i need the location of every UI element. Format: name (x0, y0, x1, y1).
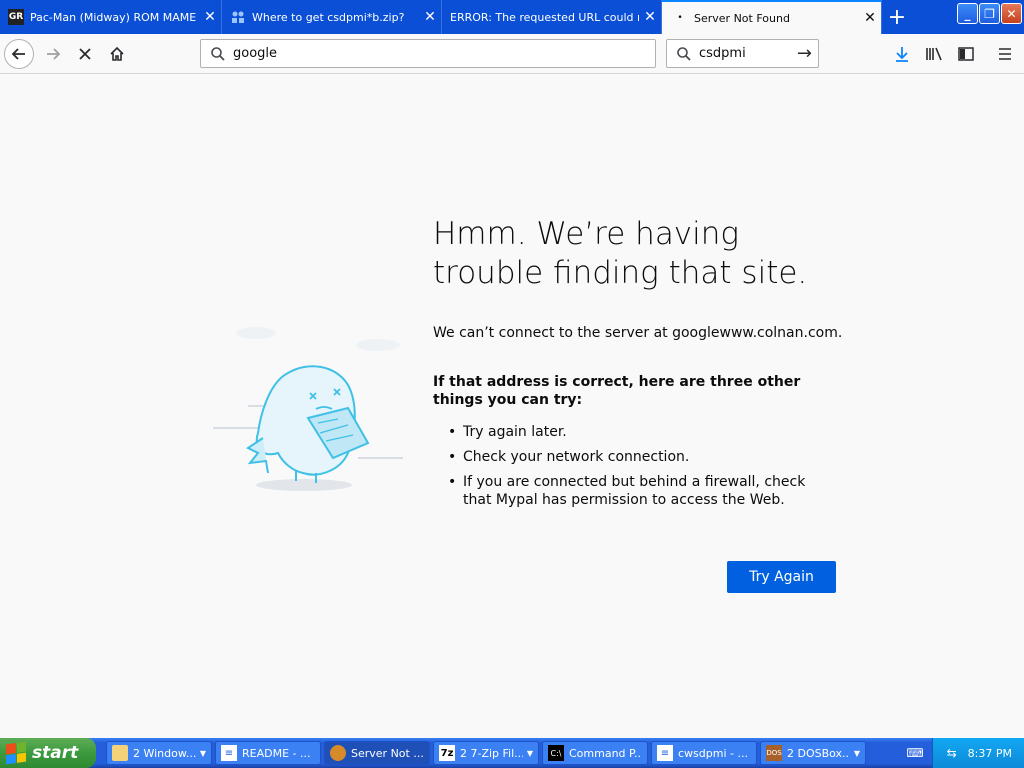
window-controls: _ ❐ ✕ (957, 3, 1022, 24)
stop-icon (79, 48, 91, 60)
new-tab-button[interactable]: + (882, 0, 912, 34)
search-icon (209, 45, 227, 63)
search-icon (675, 45, 693, 63)
notepad-icon: ≡ (221, 745, 237, 761)
chevron-down-icon: ▼ (526, 748, 533, 758)
search-input[interactable]: csdpmi (699, 46, 746, 61)
library-button[interactable] (920, 39, 948, 69)
hamburger-menu-icon (999, 48, 1011, 60)
library-icon (926, 47, 942, 61)
windows-logo-icon (6, 741, 26, 765)
tab-title: Where to get csdpmi*b.zip? (252, 10, 405, 24)
suggestions-list: Try again later. Check your network conn… (433, 423, 833, 516)
list-item: Check your network connection. (433, 448, 833, 466)
taskbar-item-label: 2 DOSBox... (787, 746, 850, 760)
go-arrow-icon[interactable]: → (797, 43, 812, 64)
dinosaur-illustration (208, 323, 408, 503)
7zip-icon: 7z (439, 745, 455, 761)
dosbox-icon: DOS (766, 745, 782, 761)
close-icon[interactable]: ✕ (199, 10, 221, 24)
taskbar-item-browser[interactable]: Server Not ... (324, 741, 430, 765)
sidebar-button[interactable] (952, 39, 980, 69)
close-icon[interactable]: ✕ (639, 10, 661, 24)
taskbar-item-label: 2 7-Zip Fil... (460, 746, 523, 760)
taskbar-item-dosbox[interactable]: DOS 2 DOSBox... ▼ (760, 741, 866, 765)
network-icon[interactable]: ⇆ (944, 745, 960, 761)
back-button[interactable] (4, 39, 34, 69)
back-arrow-icon (11, 48, 25, 60)
taskbar-item-7zip[interactable]: 7z 2 7-Zip Fil... ▼ (433, 741, 539, 765)
keyboard-icon[interactable]: ⌨ (906, 745, 924, 761)
error-description: We can’t connect to the server at google… (433, 325, 843, 341)
home-button[interactable] (102, 39, 132, 69)
clock: 8:37 PM (967, 746, 1012, 760)
home-icon (110, 46, 124, 61)
navigation-toolbar: google csdpmi → (0, 34, 1024, 74)
forward-button[interactable] (38, 39, 68, 69)
forward-arrow-icon (47, 48, 61, 60)
tab-pacman[interactable]: GR Pac-Man (Midway) ROM MAME - C ✕ (0, 0, 222, 34)
download-icon (896, 47, 908, 62)
start-button[interactable]: start (0, 738, 96, 768)
taskbar-item-label: 2 Window... (133, 746, 196, 760)
taskbar-item-label: Command P... (569, 746, 642, 760)
browser-icon (330, 745, 346, 761)
taskbar-items: 2 Window... ▼ ≡ README - ... Server Not … (106, 741, 866, 765)
tab-title: ERROR: The requested URL could not (450, 10, 639, 24)
taskbar-item-command-prompt[interactable]: C:\ Command P... (542, 741, 648, 765)
close-window-icon[interactable]: ✕ (1001, 3, 1022, 24)
tab-csdpmi[interactable]: Where to get csdpmi*b.zip? ✕ (222, 0, 442, 34)
menu-button[interactable] (991, 39, 1019, 69)
tab-error[interactable]: ERROR: The requested URL could not ✕ (442, 0, 662, 34)
start-label: start (32, 743, 79, 763)
error-page: Hmm. We’re having trouble finding that s… (0, 75, 1024, 738)
taskbar: start 2 Window... ▼ ≡ README - ... Serve… (0, 738, 1024, 768)
notepad-icon: ≡ (657, 745, 673, 761)
tab-title: Server Not Found (694, 11, 790, 25)
taskbar-item-label: cwsdpmi - ... (678, 746, 748, 760)
sidebar-icon (958, 47, 974, 61)
error-title: Hmm. We’re having trouble finding that s… (433, 216, 808, 291)
downloads-button[interactable] (888, 39, 916, 69)
taskbar-item-label: README - ... (242, 746, 311, 760)
chevron-down-icon: ▼ (853, 748, 860, 758)
close-icon[interactable]: ✕ (859, 11, 881, 25)
tab-title: Pac-Man (Midway) ROM MAME - C (30, 10, 199, 24)
taskbar-item-readme[interactable]: ≡ README - ... (215, 741, 321, 765)
list-item: Try again later. (433, 423, 833, 441)
pacman-icon: GR (8, 9, 24, 25)
taskbar-item-label: Server Not ... (351, 746, 424, 760)
people-icon (230, 9, 246, 25)
tab-strip: GR Pac-Man (Midway) ROM MAME - C ✕ Where… (0, 0, 1024, 34)
stop-button[interactable] (70, 39, 100, 69)
tab-server-not-found[interactable]: • Server Not Found ✕ (662, 0, 882, 34)
url-input[interactable]: google (233, 46, 277, 61)
taskbar-item-cwsdpmi[interactable]: ≡ cwsdpmi - ... (651, 741, 757, 765)
try-again-button[interactable]: Try Again (727, 561, 836, 593)
taskbar-item-windows[interactable]: 2 Window... ▼ (106, 741, 212, 765)
url-bar[interactable]: google (200, 39, 656, 68)
folder-icon (112, 745, 128, 761)
chevron-down-icon: ▼ (199, 748, 206, 758)
system-tray: ⇆ 8:37 PM (932, 738, 1024, 768)
search-bar[interactable]: csdpmi → (666, 39, 819, 68)
error-suggestions-heading: If that address is correct, here are thr… (433, 374, 801, 408)
close-icon[interactable]: ✕ (419, 10, 441, 24)
minimize-icon[interactable]: _ (957, 3, 978, 24)
dot-icon: • (677, 13, 683, 23)
list-item: If you are connected but behind a firewa… (433, 473, 833, 509)
restore-icon[interactable]: ❐ (979, 3, 1000, 24)
cmd-icon: C:\ (548, 745, 564, 761)
